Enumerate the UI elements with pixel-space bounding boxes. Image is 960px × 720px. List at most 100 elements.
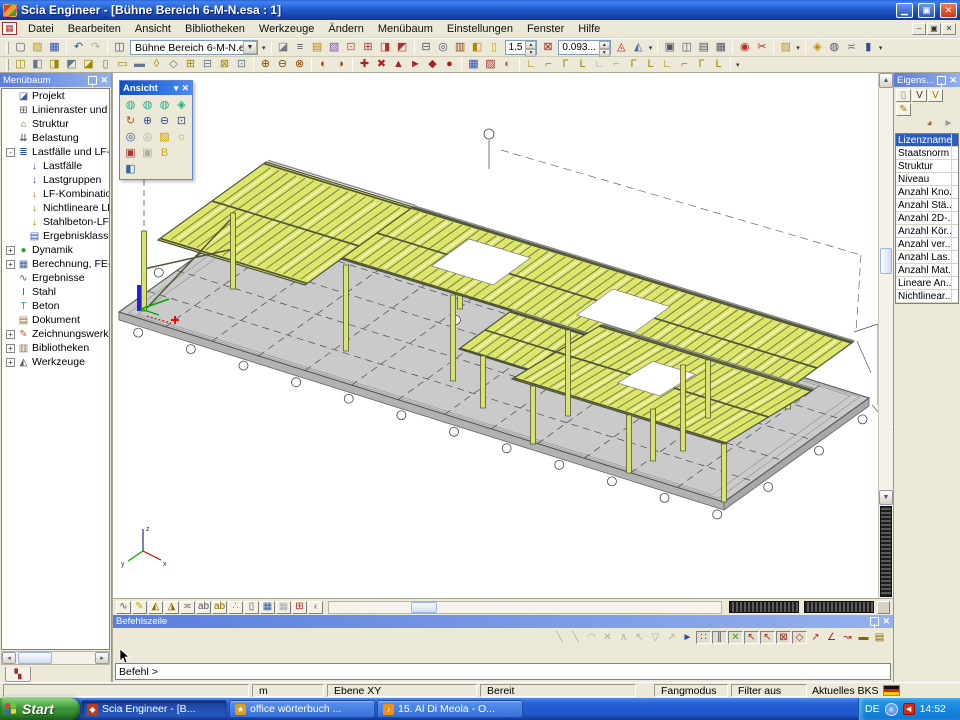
close-icon[interactable]: ✕ <box>100 75 108 86</box>
task-scia[interactable]: ◆ Scia Engineer - [B... <box>81 700 227 718</box>
snap-angle-icon[interactable]: ∠ <box>824 631 839 644</box>
restore-button[interactable]: ▣ <box>918 3 935 18</box>
save-icon[interactable]: ▦ <box>46 40 63 55</box>
tree-expander-icon[interactable] <box>17 190 26 199</box>
mdi-restore-button[interactable]: ▣ <box>927 23 941 35</box>
selection-lasso-icon[interactable]: ▧ <box>326 40 343 55</box>
search-doc-icon[interactable]: ◍ <box>826 40 843 55</box>
menu-werkzeuge[interactable]: Werkzeuge <box>252 21 321 37</box>
connection-rigid-icon[interactable]: ⊖ <box>274 57 291 72</box>
menu-menuebaum[interactable]: Menübaum <box>371 21 440 37</box>
document-mdi-icon[interactable]: ▦ <box>2 22 17 35</box>
menu-datei[interactable]: Datei <box>21 21 61 37</box>
snap-grid-icon[interactable]: ∷ <box>696 631 711 644</box>
scale-icon[interactable]: ⊠ <box>539 40 556 55</box>
member-rib-icon[interactable]: ▭ <box>114 57 131 72</box>
zoom-wheel-horizontal[interactable] <box>804 601 874 613</box>
axis-triangle-icon[interactable]: ◭ <box>148 601 163 614</box>
tree-expander-icon[interactable]: + <box>6 330 15 339</box>
close-icon[interactable]: ✕ <box>181 83 189 94</box>
menu-aendern[interactable]: Ändern <box>321 21 370 37</box>
support2-icon[interactable]: ◑ <box>332 57 349 72</box>
table-display-icon[interactable]: ▦ <box>260 601 275 614</box>
combobox-dropdown-icon[interactable]: ▼ <box>243 41 257 54</box>
catalog-frame-7-icon[interactable]: Γ <box>625 57 642 72</box>
status-ready[interactable]: Bereit <box>480 684 636 697</box>
member-haunch-icon[interactable]: ⊡ <box>233 57 250 72</box>
print-preview-icon[interactable]: ◎ <box>435 40 452 55</box>
tree-item-lastgruppen[interactable]: ↓ Lastgruppen <box>2 173 109 187</box>
snap-menu-icon[interactable]: ► <box>680 631 695 644</box>
clip-box-icon[interactable]: ▧ <box>156 129 173 145</box>
view-axonometric-icon[interactable]: ◈ <box>173 97 190 113</box>
box-3d-icon[interactable]: ◧ <box>469 40 486 55</box>
render-image-disabled-icon[interactable]: ▣ <box>139 145 156 161</box>
chevron-down-icon[interactable]: ▾ <box>174 83 179 94</box>
command-input[interactable] <box>115 663 891 680</box>
scroll-right-icon[interactable]: ▸ <box>95 652 109 664</box>
scrollbar-corner[interactable] <box>877 601 890 614</box>
scroll-up-icon[interactable]: ▲ <box>879 73 893 88</box>
tree-item-ergebnisklasse[interactable]: ▤ Ergebnisklasse <box>2 229 109 243</box>
status-plane[interactable]: Ebene XY <box>327 684 477 697</box>
member-arbitrary-icon[interactable]: ◊ <box>148 57 165 72</box>
toolbar-grip[interactable] <box>6 42 9 54</box>
save-view-icon[interactable]: ▦ <box>465 57 482 72</box>
copy-window-icon[interactable]: ◫ <box>678 40 695 55</box>
prop-blank-icon[interactable]: ▯ <box>896 89 911 102</box>
table-disabled-icon[interactable]: ▦ <box>276 601 291 614</box>
workspace-panels-icon[interactable]: ◫ <box>111 40 128 55</box>
measure-icon[interactable]: ≍ <box>843 40 860 55</box>
member-shell-icon[interactable]: ◇ <box>165 57 182 72</box>
eye-icon[interactable]: ◉ <box>736 40 753 55</box>
model-viewport-3d[interactable]: zxy Ansicht ▾ ✕ ◍◍◍◈↻⊕⊖⊡◎◎▧☼▣▣B◧ ▲ ▼ <box>112 73 893 598</box>
undo-icon[interactable]: ↶ <box>70 40 87 55</box>
pin-icon[interactable] <box>88 76 97 85</box>
catalog-frame-6-icon[interactable]: ⌐ <box>608 57 625 72</box>
shading-light-icon[interactable]: ☼ <box>173 129 190 145</box>
view-xz-icon[interactable]: ◍ <box>156 97 173 113</box>
spinner-up-icon[interactable]: ▲ <box>599 41 610 49</box>
tree-item-werkzeuge[interactable]: + ◭ Werkzeuge <box>2 355 109 369</box>
tree-expander-icon[interactable] <box>6 274 15 283</box>
menu-ansicht[interactable]: Ansicht <box>128 21 178 37</box>
pencil-icon[interactable]: ✎ <box>132 601 147 614</box>
status-filter[interactable]: Filter aus <box>731 684 807 697</box>
paste-view-icon[interactable]: ▤ <box>695 40 712 55</box>
tree-expander-icon[interactable] <box>17 232 26 241</box>
status-spacer[interactable] <box>639 684 651 697</box>
open-folder-icon[interactable]: ▨ <box>29 40 46 55</box>
snap-point-icon[interactable]: ╲ <box>568 631 583 644</box>
menubaum-hscrollbar[interactable]: ◂ ▸ <box>1 651 110 665</box>
snap-tangent-icon[interactable]: ↗ <box>808 631 823 644</box>
pan-wheel-horizontal[interactable] <box>729 601 799 613</box>
clipboard-icon[interactable]: ⊡ <box>343 40 360 55</box>
close-icon[interactable]: ✕ <box>949 75 957 86</box>
tree-item-ergebnisse[interactable]: ∿ Ergebnisse <box>2 271 109 285</box>
tree-expander-icon[interactable]: + <box>6 358 15 367</box>
prop-struktur[interactable]: Struktur <box>896 160 958 173</box>
prop-nichtlineare[interactable]: Nichtlinear... <box>896 290 958 303</box>
scroll-thumb[interactable] <box>18 652 52 664</box>
mdi-close-button[interactable]: ✕ <box>942 23 956 35</box>
scroll-down-icon[interactable]: ▼ <box>879 490 893 505</box>
prop-vedit-icon[interactable]: V <box>928 89 943 102</box>
scroll-left-icon[interactable]: ◂ <box>2 652 16 664</box>
snap-intersection-icon[interactable]: ✕ <box>728 631 743 644</box>
tree-item-dynamik[interactable]: + ● Dynamik <box>2 243 109 257</box>
display-dropdown-icon[interactable]: ▾ <box>647 44 655 52</box>
snap-dir2-icon[interactable]: ▽ <box>648 631 663 644</box>
catalog-frame-1-icon[interactable]: ∟ <box>523 57 540 72</box>
prop-lizenzname[interactable]: Lizenzname <box>896 134 958 147</box>
link-icon[interactable]: ∿ <box>116 601 131 614</box>
document-icon[interactable]: ▯ <box>486 40 503 55</box>
member-column-icon[interactable]: ◫ <box>12 57 29 72</box>
precision-spinner[interactable]: 0.093... ▲▼ <box>558 40 610 55</box>
paste-window-icon[interactable]: ▦ <box>712 40 729 55</box>
member-beam-icon[interactable]: ◧ <box>29 57 46 72</box>
tree-item-lastfaelle[interactable]: ↓ Lastfälle <box>2 159 109 173</box>
project-combobox[interactable]: Bühne Bereich 6-M-N.esa ▼ <box>130 40 258 55</box>
task-al-di-meola[interactable]: ♪ 15. Al Di Meola - O... <box>377 700 523 718</box>
task-office-woerterbuch[interactable]: ★ office wörterbuch ... <box>229 700 375 718</box>
member-plate-icon[interactable]: ◩ <box>63 57 80 72</box>
